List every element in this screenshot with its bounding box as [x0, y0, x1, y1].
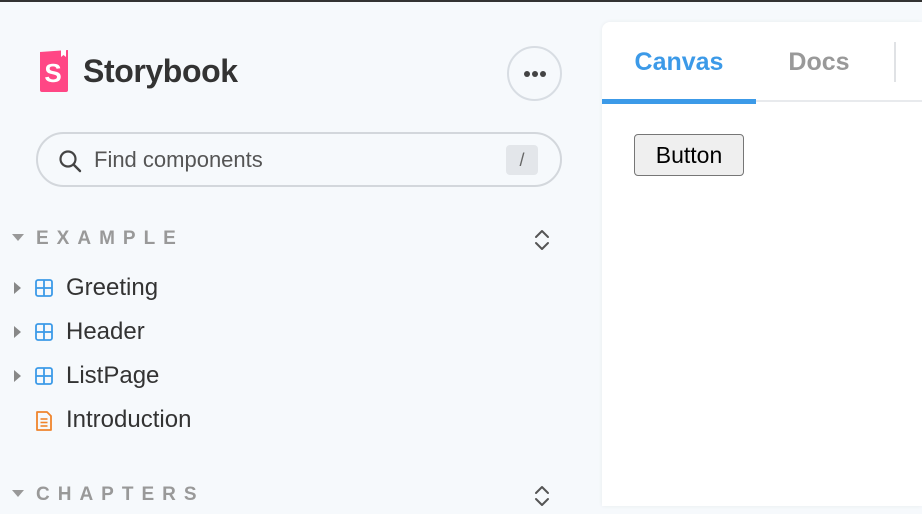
tree-item-label: Introduction — [66, 406, 192, 433]
tree-item-introduction[interactable]: Introduction — [0, 400, 602, 440]
component-icon — [35, 367, 53, 385]
collapse-triangle-icon — [12, 490, 24, 497]
storybook-logo-icon: S — [40, 50, 68, 92]
menu-button[interactable] — [507, 46, 562, 101]
sidebar: S Storybook / EXAMPLE — [0, 2, 602, 506]
tab-canvas[interactable]: Canvas — [602, 22, 756, 104]
section-title: CHAPTERS — [36, 484, 205, 505]
ellipsis-icon — [523, 70, 546, 77]
preview-button[interactable]: Button — [634, 134, 744, 176]
expand-collapse-all-icon[interactable] — [532, 226, 552, 254]
tree-item-listpage[interactable]: ListPage — [0, 356, 602, 396]
search-box[interactable]: / — [36, 132, 562, 187]
collapse-triangle-icon — [12, 234, 24, 241]
document-icon — [36, 411, 52, 431]
brand-name: Storybook — [83, 52, 238, 89]
search-shortcut-hint: / — [506, 145, 538, 175]
svg-text:S: S — [44, 58, 61, 88]
tab-docs[interactable]: Docs — [762, 22, 876, 102]
section-header-example[interactable]: EXAMPLE — [0, 224, 602, 258]
brand[interactable]: S Storybook — [36, 48, 238, 94]
tree-item-label: ListPage — [66, 362, 160, 389]
expand-caret-icon — [14, 370, 21, 382]
expand-caret-icon — [14, 282, 21, 294]
component-icon — [35, 323, 53, 341]
search-input[interactable] — [94, 144, 514, 176]
search-icon — [59, 150, 82, 173]
toolbar-divider — [894, 42, 896, 82]
component-icon — [35, 279, 53, 297]
tree-item-label: Greeting — [66, 274, 159, 301]
section-title: EXAMPLE — [36, 228, 184, 249]
section-header-chapters[interactable]: CHAPTERS — [0, 480, 602, 514]
expand-caret-icon — [14, 326, 21, 338]
tree-item-header[interactable]: Header — [0, 312, 602, 352]
tree-item-greeting[interactable]: Greeting — [0, 268, 602, 308]
tab-bar: Canvas Docs — [602, 22, 922, 104]
tree-item-label: Header — [66, 318, 145, 345]
preview-panel: Canvas Docs Button — [602, 22, 922, 506]
